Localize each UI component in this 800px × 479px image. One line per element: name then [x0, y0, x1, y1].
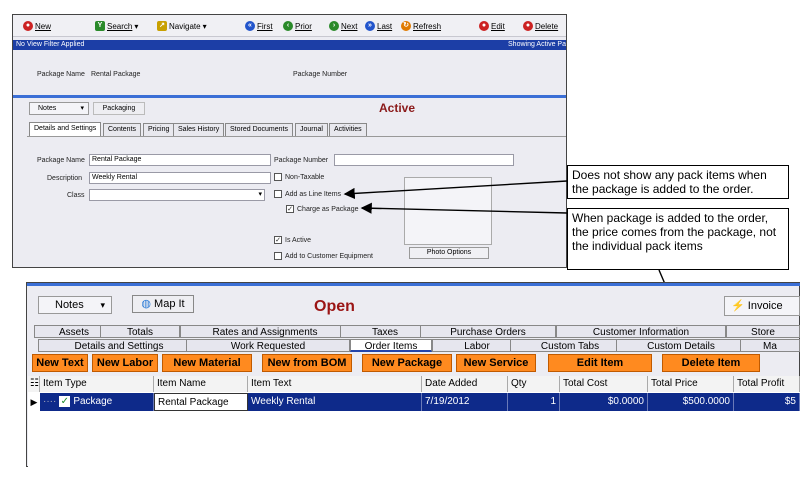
column-header-item-text[interactable]: Item Text	[248, 376, 422, 392]
checkmark-icon: ✓	[59, 395, 71, 407]
column-header-total-price[interactable]: Total Price	[648, 376, 734, 392]
tab-order-details-and-settings[interactable]: Details and Settings	[38, 339, 200, 352]
new-service-button[interactable]: New Service	[456, 354, 536, 372]
order-window-top-bar	[27, 283, 800, 286]
cell-item-name[interactable]: Rental Package	[154, 393, 248, 411]
chevron-down-icon: ▾	[100, 300, 105, 310]
grid-menu-icon: ☷	[30, 378, 39, 389]
tab-labor[interactable]: Labor	[432, 339, 522, 352]
tab-custom-details[interactable]: Custom Details	[616, 339, 746, 352]
tree-line-icon: ····	[43, 396, 57, 407]
column-header-qty[interactable]: Qty	[508, 376, 560, 392]
map-it-button[interactable]: ◍ Map It	[132, 295, 194, 313]
invoice-button[interactable]: ⚡ Invoice	[724, 296, 800, 316]
new-from-bom-button[interactable]: New from BOM	[262, 354, 352, 372]
column-header-date-added[interactable]: Date Added	[422, 376, 508, 392]
column-header-item-name[interactable]: Item Name	[154, 376, 248, 392]
order-notes-dropdown[interactable]: Notes ▾	[38, 296, 112, 314]
cell-item-text: Weekly Rental	[248, 393, 422, 411]
tab-custom-tabs[interactable]: Custom Tabs	[510, 339, 630, 352]
status-open-label: Open	[314, 298, 355, 315]
tab-store[interactable]: Store	[726, 325, 800, 338]
column-header-total-cost[interactable]: Total Cost	[560, 376, 648, 392]
cell-total-price: $500.0000	[648, 393, 734, 411]
tab-totals[interactable]: Totals	[100, 325, 180, 338]
globe-icon: ◍	[141, 298, 151, 310]
tab-work-requested[interactable]: Work Requested	[186, 339, 350, 352]
arrow-to-add-as-line-items	[343, 180, 568, 200]
delete-item-button[interactable]: Delete Item	[662, 354, 760, 372]
new-text-button[interactable]: New Text	[32, 354, 88, 372]
new-package-button[interactable]: New Package	[362, 354, 452, 372]
tab-rates-and-assignments[interactable]: Rates and Assignments	[180, 325, 350, 338]
edit-item-button[interactable]: Edit Item	[548, 354, 652, 372]
cell-date-added: 7/19/2012	[422, 393, 508, 411]
arrow-to-charge-as-package	[360, 202, 568, 214]
column-header-total-profit[interactable]: Total Profit	[734, 376, 800, 392]
column-header-item-type[interactable]: Item Type	[40, 376, 154, 392]
tab-purchase-orders[interactable]: Purchase Orders	[420, 325, 556, 338]
tab-customer-information[interactable]: Customer Information	[556, 325, 726, 338]
cell-total-cost: $0.0000	[560, 393, 648, 411]
new-material-button[interactable]: New Material	[162, 354, 252, 372]
grid-corner[interactable]: ☷	[28, 376, 40, 392]
cell-total-profit: $5	[734, 393, 800, 411]
cell-qty: 1	[508, 393, 560, 411]
tab-taxes[interactable]: Taxes	[340, 325, 430, 338]
tab-order-items[interactable]: Order Items	[350, 339, 432, 352]
lightning-icon: ⚡	[731, 300, 745, 312]
new-labor-button[interactable]: New Labor	[92, 354, 158, 372]
tab-ma[interactable]: Ma	[740, 339, 800, 352]
row-indicator-icon: ▶	[28, 393, 40, 411]
cell-item-type: ···· ✓ Package	[40, 393, 154, 411]
